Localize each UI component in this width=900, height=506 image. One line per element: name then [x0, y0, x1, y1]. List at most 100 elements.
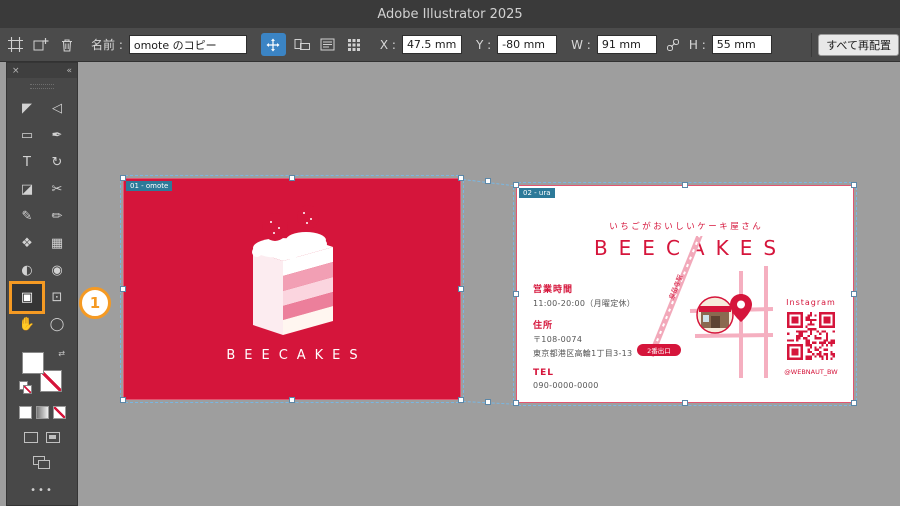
orientation-icon[interactable] — [292, 35, 312, 55]
selection-handle[interactable] — [289, 175, 295, 181]
x-input[interactable] — [401, 35, 462, 54]
ura-tagline: いちごがおいしいケーキ屋さん — [609, 222, 764, 232]
scissors-tool[interactable]: ✂ — [42, 176, 72, 203]
artboard-name-label: 名前 : — [91, 38, 123, 52]
slice-tool[interactable]: ⊡ — [42, 284, 72, 311]
tools-panel-header: × « — [7, 63, 77, 78]
panel-close-icon[interactable]: × — [12, 66, 20, 76]
y-label: Y : — [475, 37, 492, 52]
control-bar-separator — [811, 32, 813, 57]
rearrange-grid-icon[interactable] — [344, 35, 364, 55]
draw-normal-icon[interactable] — [24, 432, 38, 443]
edit-toolbar-icon[interactable]: ••• — [30, 485, 54, 496]
exit-badge: 2番出口 — [647, 346, 671, 355]
rotate-tool[interactable]: ↻ — [42, 149, 72, 176]
window-title: Adobe Illustrator 2025 — [377, 6, 523, 22]
type-tool[interactable]: T — [12, 149, 42, 176]
gradient-swatch-button[interactable] — [35, 406, 49, 419]
tool-grid: ◤ ◁ ▭ ✒ T ↻ ◪ ✂ ✎ ✏ ❖ ▦ ◐ ◉ ▣ ⊡ ✋ ◯ — [12, 95, 72, 338]
artboard-omote-tab[interactable]: 01 - omote — [126, 181, 173, 192]
screen-mode-icon[interactable] — [33, 456, 51, 470]
zoom-tool[interactable]: ◯ — [42, 311, 72, 338]
selection-handle[interactable] — [682, 400, 688, 406]
selection-handle[interactable] — [458, 286, 464, 292]
artboard-options-icon[interactable] — [318, 35, 338, 55]
instagram-handle: @WEBNAUT_BW — [784, 368, 838, 376]
fill-swatch[interactable] — [22, 352, 44, 374]
panel-collapse-icon[interactable]: « — [66, 66, 72, 76]
artboard-ura-tab[interactable]: 02 - ura — [519, 188, 555, 199]
selection-handle[interactable] — [513, 182, 519, 188]
selection-tool[interactable]: ◤ — [12, 95, 42, 122]
selection-handle[interactable] — [851, 291, 857, 297]
selection-handle[interactable] — [682, 182, 688, 188]
selection-handle[interactable] — [851, 400, 857, 406]
selection-handle[interactable] — [851, 182, 857, 188]
move-artboard-button[interactable] — [260, 33, 286, 56]
address-value: 東京都港区高輪1丁目3-13 — [533, 349, 633, 358]
selection-handle[interactable] — [485, 399, 491, 405]
eraser-tool[interactable]: ◪ — [12, 176, 42, 203]
color-type-buttons — [18, 406, 66, 419]
artboard-ura[interactable]: 02 - ura いちごがおいしいケーキ屋さん BEECAKES 営業時間 11… — [513, 182, 857, 406]
omote-brand-text: BEECAKES — [226, 348, 367, 363]
draw-inside-icon[interactable] — [46, 432, 60, 443]
selection-handle[interactable] — [485, 178, 491, 184]
hours-value: 11:00-20:00（月曜定休） — [533, 299, 636, 308]
canvas[interactable]: 01 - omote BEECAKES 02 - ura いちごがおいしいケーキ… — [0, 62, 900, 506]
step-number: 1 — [89, 294, 101, 312]
color-swatch-button[interactable] — [18, 406, 32, 419]
address-label: 住所 — [533, 321, 554, 331]
y-input[interactable] — [497, 35, 558, 54]
hand-tool[interactable]: ✋ — [12, 311, 42, 338]
new-artboard-icon[interactable] — [31, 35, 51, 55]
instagram-label: Instagram — [786, 298, 836, 307]
selection-handle[interactable] — [120, 397, 126, 403]
shaper-tool[interactable]: ❖ — [12, 230, 42, 257]
selection-handle[interactable] — [458, 175, 464, 181]
shop-info: 営業時間 11:00-20:00（月曜定休） 住所 〒108-0074 東京都港… — [533, 282, 635, 390]
artboard-name-input[interactable] — [128, 35, 247, 54]
swap-fill-stroke-icon[interactable]: ⇄ — [58, 350, 65, 358]
paintbrush-tool[interactable]: ✎ — [12, 203, 42, 230]
postal-code: 〒108-0074 — [533, 335, 583, 344]
gradient-tool[interactable]: ▦ — [42, 230, 72, 257]
step-annotation: 1 — [79, 287, 111, 319]
h-label: H : — [688, 37, 706, 52]
delete-icon[interactable] — [57, 35, 77, 55]
none-swatch-button[interactable] — [52, 406, 66, 419]
control-bar: 名前 : X : Y : W : H : すべて再配置 — [0, 28, 900, 62]
blend-tool[interactable]: ◉ — [42, 257, 72, 284]
illustrator-window: Adobe Illustrator 2025 名前 : X : Y : W : — [0, 0, 900, 506]
artboard-omote[interactable]: 01 - omote BEECAKES — [120, 175, 464, 403]
rectangle-tool[interactable]: ▭ — [12, 122, 42, 149]
default-fill-stroke-icon[interactable] — [19, 381, 32, 394]
w-label: W : — [571, 37, 591, 52]
h-input[interactable] — [711, 35, 772, 54]
artboard-tool[interactable]: ▣ — [12, 284, 42, 311]
shop-map: 泉岳寺駅 2番出口 — [637, 236, 773, 378]
selection-handle[interactable] — [513, 400, 519, 406]
cake-illustration — [252, 205, 333, 335]
pencil-tool[interactable]: ✏ — [42, 203, 72, 230]
selection-handle[interactable] — [289, 397, 295, 403]
x-label: X : — [379, 37, 396, 52]
w-input[interactable] — [596, 35, 657, 54]
eyedropper-tool[interactable]: ◐ — [12, 257, 42, 284]
draw-mode-buttons — [24, 432, 60, 443]
title-bar: Adobe Illustrator 2025 — [0, 0, 900, 29]
panel-grip[interactable] — [30, 84, 54, 89]
selection-handle[interactable] — [120, 175, 126, 181]
selection-handle[interactable] — [513, 291, 519, 297]
fill-stroke-control: ⇄ — [19, 350, 65, 394]
selection-handle[interactable] — [458, 397, 464, 403]
direct-selection-tool[interactable]: ◁ — [42, 95, 72, 122]
artboard-icon[interactable] — [5, 35, 25, 55]
rearrange-all-button[interactable]: すべて再配置 — [818, 33, 899, 56]
selection-handle[interactable] — [120, 286, 126, 292]
tel-value: 090-0000-0000 — [533, 381, 599, 390]
link-dimensions-icon[interactable] — [663, 35, 683, 55]
pen-tool[interactable]: ✒ — [42, 122, 72, 149]
screen-mode-front-rect — [38, 460, 50, 469]
instagram-qr-code — [787, 312, 835, 360]
